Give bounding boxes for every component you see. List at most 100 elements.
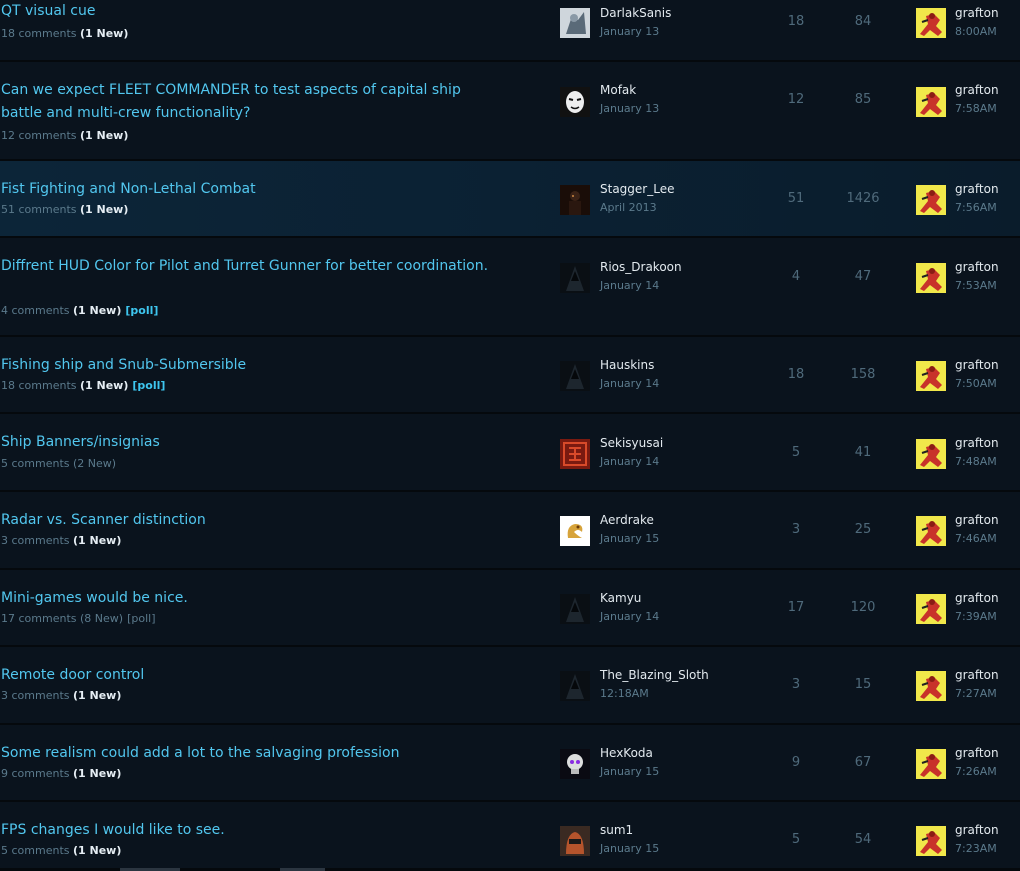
poll-badge[interactable]: [poll]: [132, 379, 165, 392]
comments-count-link[interactable]: 18 comments: [1, 379, 77, 392]
last-poster-name-link[interactable]: grafton: [955, 667, 999, 683]
author-name-link[interactable]: Rios_Drakoon: [600, 259, 682, 275]
author-avatar[interactable]: [560, 439, 590, 469]
comments-count-link[interactable]: 5 comments: [1, 844, 70, 857]
last-poster-name-link[interactable]: grafton: [955, 357, 999, 373]
author-avatar[interactable]: [560, 826, 590, 856]
thread-meta: 3 comments (1 New): [1, 534, 121, 548]
thread-title-link[interactable]: Some realism could add a lot to the salv…: [1, 742, 501, 765]
thread-row[interactable]: Radar vs. Scanner distinction 3 comments …: [0, 492, 1020, 570]
comments-count-link[interactable]: 3 comments: [1, 689, 70, 702]
author-avatar[interactable]: [560, 8, 590, 38]
replies-count: 4: [791, 269, 801, 284]
comments-count-link[interactable]: 18 comments: [1, 27, 77, 40]
last-post-time: 7:23AM: [955, 842, 997, 855]
author-name-link[interactable]: Mofak: [600, 82, 636, 98]
post-date: January 14: [600, 455, 660, 468]
last-poster-avatar[interactable]: [916, 516, 946, 546]
thread-meta: 5 comments (1 New): [1, 844, 121, 858]
last-poster-name-link[interactable]: grafton: [955, 590, 999, 606]
last-poster-name-link[interactable]: grafton: [955, 181, 999, 197]
views-count: 1426: [846, 191, 880, 206]
author-name-link[interactable]: sum1: [600, 822, 633, 838]
author-avatar[interactable]: [560, 749, 590, 779]
poll-badge[interactable]: [poll]: [125, 304, 158, 317]
last-poster-avatar[interactable]: [916, 749, 946, 779]
last-poster-avatar[interactable]: [916, 361, 946, 391]
new-count-badge: (1 New): [73, 844, 122, 857]
thread-title-link[interactable]: Radar vs. Scanner distinction: [1, 509, 501, 532]
thread-row[interactable]: Remote door control 3 comments (1 New) The…: [0, 647, 1020, 725]
thread-row[interactable]: Fist Fighting and Non-Lethal Combat 51 co…: [0, 161, 1020, 238]
replies-count: 51: [787, 191, 805, 206]
thread-meta: 18 comments (1 New): [1, 27, 128, 41]
last-poster-name-link[interactable]: grafton: [955, 512, 999, 528]
thread-title-link[interactable]: Fishing ship and Snub-Submersible: [1, 354, 501, 377]
thread-row[interactable]: Diffrent HUD Color for Pilot and Turret …: [0, 238, 1020, 337]
author-name-link[interactable]: Hauskins: [600, 357, 654, 373]
thread-title-link[interactable]: FPS changes I would like to see.: [1, 819, 501, 842]
new-count-badge: (1 New): [80, 27, 129, 40]
thread-meta: 17 comments (8 New) [poll]: [1, 612, 156, 626]
thread-row[interactable]: FPS changes I would like to see. 5 commen…: [0, 802, 1020, 871]
last-poster-avatar[interactable]: [916, 826, 946, 856]
last-poster-avatar[interactable]: [916, 671, 946, 701]
post-date: January 14: [600, 377, 660, 390]
author-name-link[interactable]: HexKoda: [600, 745, 653, 761]
author-avatar[interactable]: [560, 361, 590, 391]
author-avatar[interactable]: [560, 263, 590, 293]
author-avatar[interactable]: [560, 594, 590, 624]
author-name-link[interactable]: Stagger_Lee: [600, 181, 674, 197]
last-poster-avatar[interactable]: [916, 439, 946, 469]
author-name-link[interactable]: Kamyu: [600, 590, 641, 606]
replies-count: 17: [787, 600, 805, 615]
last-poster-name-link[interactable]: grafton: [955, 435, 999, 451]
thread-title-link[interactable]: QT visual cue: [1, 0, 501, 23]
author-avatar[interactable]: [560, 87, 590, 117]
author-avatar[interactable]: [560, 671, 590, 701]
last-poster-avatar[interactable]: [916, 185, 946, 215]
replies-count: 3: [791, 522, 801, 537]
thread-title-link[interactable]: Diffrent HUD Color for Pilot and Turret …: [1, 255, 501, 278]
author-name-link[interactable]: The_Blazing_Sloth: [600, 667, 709, 683]
thread-row[interactable]: Can we expect FLEET COMMANDER to test as…: [0, 62, 1020, 161]
author-avatar[interactable]: [560, 185, 590, 215]
thread-row[interactable]: Some realism could add a lot to the salv…: [0, 725, 1020, 802]
new-count-badge: (8 New): [80, 612, 124, 625]
comments-count-link[interactable]: 5 comments: [1, 457, 70, 470]
last-poster-name-link[interactable]: grafton: [955, 745, 999, 761]
thread-title-link[interactable]: Can we expect FLEET COMMANDER to test as…: [1, 79, 501, 125]
replies-count: 18: [787, 14, 805, 29]
comments-count-link[interactable]: 4 comments: [1, 304, 70, 317]
author-name-link[interactable]: DarlakSanis: [600, 5, 671, 21]
thread-title-link[interactable]: Ship Banners/insignias: [1, 431, 501, 454]
thread-title-link[interactable]: Fist Fighting and Non-Lethal Combat: [1, 178, 501, 201]
last-post-time: 7:46AM: [955, 532, 997, 545]
thread-row[interactable]: Ship Banners/insignias 5 comments (2 New)…: [0, 414, 1020, 492]
author-name-link[interactable]: Sekisyusai: [600, 435, 663, 451]
thread-title-link[interactable]: Mini-games would be nice.: [1, 587, 501, 610]
comments-count-link[interactable]: 3 comments: [1, 534, 70, 547]
views-count: 47: [854, 269, 872, 284]
last-poster-name-link[interactable]: grafton: [955, 5, 999, 21]
thread-row[interactable]: Fishing ship and Snub-Submersible 18 comm…: [0, 337, 1020, 414]
thread-row[interactable]: QT visual cue 18 comments (1 New) DarlakSa…: [0, 0, 1020, 62]
last-poster-name-link[interactable]: grafton: [955, 82, 999, 98]
last-poster-avatar[interactable]: [916, 8, 946, 38]
comments-count-link[interactable]: 12 comments: [1, 129, 77, 142]
comments-count-link[interactable]: 9 comments: [1, 767, 70, 780]
comments-count-link[interactable]: 51 comments: [1, 203, 77, 216]
last-poster-name-link[interactable]: grafton: [955, 822, 999, 838]
author-avatar[interactable]: [560, 516, 590, 546]
author-name-link[interactable]: Aerdrake: [600, 512, 654, 528]
last-poster-avatar[interactable]: [916, 594, 946, 624]
replies-count: 12: [787, 92, 805, 107]
last-poster-avatar[interactable]: [916, 87, 946, 117]
last-poster-name-link[interactable]: grafton: [955, 259, 999, 275]
thread-title-link[interactable]: Remote door control: [1, 664, 501, 687]
thread-row[interactable]: Mini-games would be nice. 17 comments (8 …: [0, 570, 1020, 647]
comments-count-link[interactable]: 17 comments: [1, 612, 77, 625]
poll-badge[interactable]: [poll]: [127, 612, 155, 625]
last-poster-avatar[interactable]: [916, 263, 946, 293]
last-post-time: 7:58AM: [955, 102, 997, 115]
